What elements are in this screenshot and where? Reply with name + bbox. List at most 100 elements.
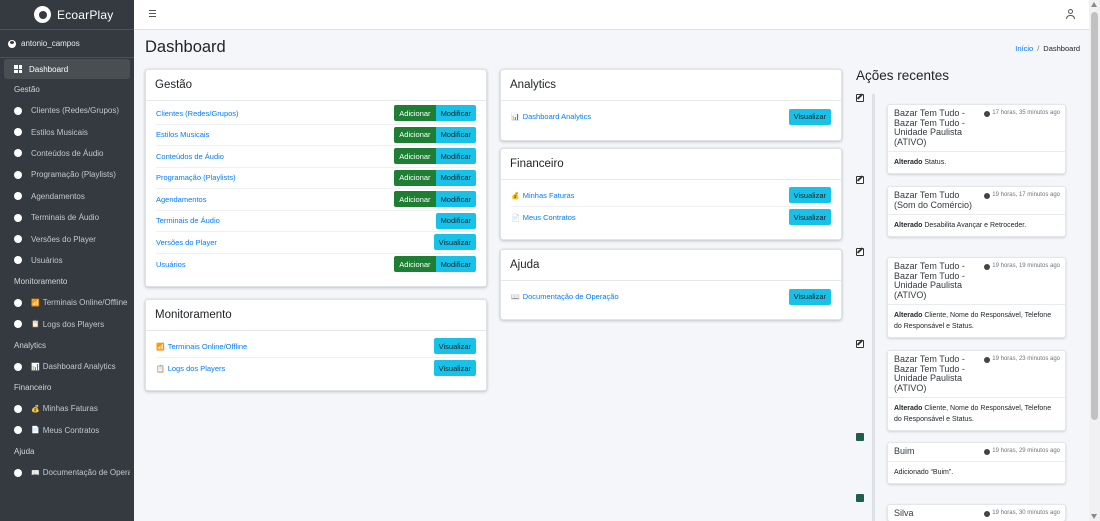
- gestao-link-conteudos[interactable]: Conteúdos de Áudio: [156, 152, 224, 161]
- modify-button[interactable]: Modificar: [435, 169, 476, 186]
- add-button[interactable]: Adicionar: [394, 256, 436, 273]
- clock-icon: [984, 448, 991, 455]
- sidebar-item-faturas[interactable]: 💰 Minhas Faturas: [4, 398, 130, 419]
- money-bag-icon: 💰: [511, 192, 520, 200]
- monitoramento-link-terminais[interactable]: 📶 Terminais Online/Offline: [156, 342, 247, 351]
- user-circle-icon: [8, 39, 16, 48]
- edit-icon: [856, 176, 864, 184]
- view-button[interactable]: Visualizar: [788, 209, 831, 226]
- timeline-item-title: Buim: [894, 446, 915, 456]
- sidebar-item-label: Estilos Musicais: [31, 127, 88, 137]
- modify-button[interactable]: Modificar: [435, 256, 476, 273]
- timeline-item-title: Bazar Tem Tudo - Bazar Tem Tudo - Unidad…: [894, 108, 965, 147]
- gestao-link-versoes[interactable]: Versões do Player: [156, 238, 217, 247]
- sidebar-item-label: Logs dos Players: [42, 319, 105, 329]
- circle-icon: [14, 298, 22, 307]
- view-button[interactable]: Visualizar: [433, 234, 476, 251]
- view-button[interactable]: Visualizar: [788, 187, 831, 204]
- link-label: Terminais Online/Offline: [167, 341, 248, 351]
- timeline-item[interactable]: Bazar Tem Tudo - Bazar Tem Tudo - Unidad…: [887, 257, 1066, 339]
- monitoramento-card: Monitoramento 📶 Terminais Online/Offline …: [145, 299, 487, 391]
- edit-icon: [856, 340, 864, 348]
- breadcrumb-home-link[interactable]: Início: [1015, 44, 1033, 53]
- circle-icon: [14, 235, 22, 244]
- modify-button[interactable]: Modificar: [435, 191, 476, 208]
- sidebar-item-contratos[interactable]: 📄 Meus Contratos: [4, 420, 130, 441]
- sidebar-item-conteudos[interactable]: Conteúdos de Áudio: [4, 143, 130, 164]
- analytics-link-dashboard[interactable]: 📊 Dashboard Analytics: [511, 112, 591, 121]
- timeline-item[interactable]: Bazar Tem Tudo - Bazar Tem Tudo - Unidad…: [887, 350, 1066, 432]
- gestao-link-usuarios[interactable]: Usuários: [156, 260, 186, 269]
- sidebar-item-terminais[interactable]: Terminais de Áudio: [4, 207, 130, 228]
- view-button[interactable]: Visualizar: [433, 360, 476, 377]
- modify-button[interactable]: Modificar: [435, 105, 476, 122]
- circle-icon: [14, 149, 22, 158]
- monitoramento-link-logs[interactable]: 📋 Logs dos Players: [156, 364, 225, 373]
- gestao-link-agendamentos[interactable]: Agendamentos: [156, 195, 206, 204]
- sidebar-item-versoes[interactable]: Versões do Player: [4, 228, 130, 249]
- gestao-link-programacao[interactable]: Programação (Playlists): [156, 173, 236, 182]
- add-button[interactable]: Adicionar: [394, 148, 436, 165]
- add-button[interactable]: Adicionar: [394, 169, 436, 186]
- sidebar-item-usuarios[interactable]: Usuários: [4, 250, 130, 271]
- view-button[interactable]: Visualizar: [788, 108, 831, 125]
- edit-icon: [856, 94, 864, 102]
- gestao-link-terminais[interactable]: Terminais de Áudio: [156, 216, 220, 225]
- book-icon: 📖: [511, 294, 520, 302]
- gestao-link-clientes[interactable]: Clientes (Redes/Grupos): [156, 109, 239, 118]
- sidebar-item-label: Clientes (Redes/Grupos): [31, 106, 120, 116]
- timeline-item[interactable]: Silva 19 horas, 30 minutos ago: [887, 504, 1066, 521]
- timeline-item-body: Adicionado “Buim”.: [894, 468, 954, 476]
- table-row: 📖 Documentação de Operação Visualizar: [511, 286, 831, 308]
- user-menu-icon[interactable]: [1066, 9, 1075, 19]
- sidebar-item-label: Programação (Playlists): [31, 170, 116, 180]
- circle-icon: [14, 468, 22, 477]
- table-row: Conteúdos de Áudio Adicionar Modificar: [156, 146, 476, 168]
- timeline-item-title: Bazar Tem Tudo (Som do Comércio): [894, 190, 973, 210]
- timeline-item[interactable]: Buim 19 horas, 29 minutos ago Adicionado…: [887, 442, 1066, 484]
- sidebar-item-agendamentos[interactable]: Agendamentos: [4, 186, 130, 207]
- financeiro-link-contratos[interactable]: 📄 Meus Contratos: [511, 213, 576, 222]
- sidebar-item-label: Dashboard Analytics: [42, 362, 116, 372]
- scroll-down-icon[interactable]: [1091, 514, 1097, 519]
- card-title: Monitoramento: [146, 300, 486, 331]
- timeline-item-time: 19 horas, 30 minutos ago: [984, 509, 1060, 519]
- user-panel[interactable]: antonio_campos: [0, 30, 134, 58]
- sidebar-item-dashboard[interactable]: Dashboard: [4, 59, 130, 79]
- scrollbar-thumb[interactable]: [1091, 12, 1098, 420]
- modify-button[interactable]: Modificar: [435, 126, 476, 143]
- gestao-link-estilos[interactable]: Estilos Musicais: [156, 130, 209, 139]
- page-scrollbar[interactable]: [1089, 0, 1100, 521]
- sidebar-item-documentacao[interactable]: 📖Documentação de Operação: [4, 462, 130, 483]
- add-button[interactable]: Adicionar: [394, 126, 436, 143]
- table-row: 📄 Meus Contratos Visualizar: [511, 207, 831, 229]
- timeline-item[interactable]: Bazar Tem Tudo (Som do Comércio) 19 hora…: [887, 186, 1066, 238]
- timeline-item-body: Alterado Cliente, Nome do Responsável, T…: [894, 312, 1052, 331]
- sidebar-item-programacao[interactable]: Programação (Playlists): [4, 164, 130, 185]
- menu-toggle-icon[interactable]: [149, 10, 156, 17]
- add-button[interactable]: Adicionar: [394, 105, 436, 122]
- view-button[interactable]: Visualizar: [788, 288, 831, 305]
- brand[interactable]: EcoarPlay: [0, 0, 134, 30]
- timeline-item-time: 19 horas, 23 minutos ago: [984, 355, 1060, 393]
- sidebar-item-label: Meus Contratos: [42, 425, 100, 435]
- view-button[interactable]: Visualizar: [433, 338, 476, 355]
- scroll-up-icon[interactable]: [1091, 2, 1097, 7]
- modify-button[interactable]: Modificar: [435, 148, 476, 165]
- timeline-item[interactable]: Bazar Tem Tudo - Bazar Tem Tudo - Unidad…: [887, 104, 1066, 175]
- sidebar-item-estilos[interactable]: Estilos Musicais: [4, 121, 130, 142]
- financeiro-link-faturas[interactable]: 💰 Minhas Faturas: [511, 191, 574, 200]
- sidebar-item-terminais-online[interactable]: 📶 Terminais Online/Offline: [4, 292, 130, 313]
- sidebar-item-clientes[interactable]: Clientes (Redes/Grupos): [4, 100, 130, 121]
- ajuda-link-documentacao[interactable]: 📖 Documentação de Operação: [511, 292, 619, 301]
- table-row: Usuários Adicionar Modificar: [156, 254, 476, 276]
- sidebar-header-analytics: Analytics: [14, 340, 47, 350]
- card-title: Financeiro: [501, 149, 841, 180]
- clock-icon: [984, 110, 991, 117]
- table-row: 📊 Dashboard Analytics Visualizar: [511, 106, 831, 128]
- chart-icon: 📊: [31, 363, 40, 371]
- add-button[interactable]: Adicionar: [394, 191, 436, 208]
- sidebar-item-dashboard-analytics[interactable]: 📊 Dashboard Analytics: [4, 356, 130, 377]
- sidebar-item-logs[interactable]: 📋 Logs dos Players: [4, 314, 130, 335]
- modify-button[interactable]: Modificar: [435, 212, 476, 229]
